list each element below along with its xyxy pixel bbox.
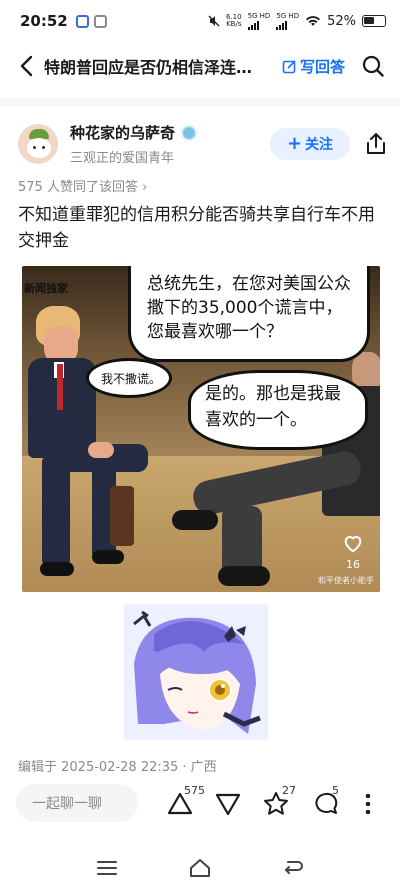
upvote-count: 575	[184, 784, 205, 797]
heart-icon[interactable]	[342, 532, 364, 554]
signal-bars-icon-2	[276, 20, 299, 30]
follow-button[interactable]: + 关注	[270, 128, 350, 160]
author-name[interactable]: 种花家的乌萨奇	[70, 122, 175, 143]
action-bar: 一起聊一聊 575 27 5	[0, 782, 400, 826]
search-button[interactable]	[359, 52, 387, 80]
answer-image[interactable]: 新闻独家 总统先生，在您对美国公众撒下的35,000个谎言中，您最喜欢哪一个？ …	[22, 266, 380, 592]
sticker-image[interactable]	[124, 604, 268, 740]
author-badge-icon	[181, 124, 198, 141]
follow-label: 关注	[305, 137, 334, 153]
menu-icon[interactable]	[96, 860, 118, 876]
battery-percent: 52%	[327, 13, 356, 29]
back-arrow-icon	[20, 55, 33, 77]
speech-bubble-reply: 是的。那也是我最喜欢的一个。	[188, 370, 368, 450]
share-button[interactable]	[364, 132, 388, 156]
author-bio: 三观正的爱国青年	[70, 151, 175, 166]
anime-girl-sticker-icon	[124, 604, 268, 740]
back-button[interactable]	[14, 50, 38, 82]
comment-count: 5	[332, 784, 339, 797]
answer-text: 不知道重罪犯的信用积分能否骑共享自行车不用交押金	[18, 205, 375, 251]
battery-icon	[362, 15, 386, 27]
author-row: 种花家的乌萨奇 三观正的爱国青年 + 关注	[18, 120, 388, 168]
image-overlay-label: 新闻独家	[24, 282, 68, 295]
more-options-icon[interactable]	[354, 790, 382, 818]
mute-icon	[208, 15, 220, 27]
section-divider	[0, 98, 400, 106]
write-answer-button[interactable]: 写回答	[282, 56, 345, 77]
star-count: 27	[282, 784, 296, 797]
search-icon	[362, 55, 384, 77]
agree-count[interactable]: 575 人赞同了该回答 ›	[18, 176, 147, 195]
speech-bubble-trump: 我不撒谎。	[86, 358, 172, 398]
app-notification-icon	[75, 14, 89, 28]
signal-bars-icon	[247, 20, 271, 30]
plus-icon: +	[286, 133, 303, 154]
status-bar: 20:52 6.10 KB/s 5G HD 5G HD 52%	[0, 0, 400, 42]
image-watermark: 和平使者小能手	[318, 576, 374, 585]
signal-1: 5G HD	[247, 12, 271, 30]
gallery-notification-icon	[93, 14, 107, 28]
notification-icons	[75, 14, 107, 28]
question-title[interactable]: 特朗普回应是否仍相信泽连…	[44, 54, 274, 78]
back-nav-icon[interactable]	[282, 859, 304, 877]
share-icon	[367, 133, 385, 154]
signal-2: 5G HD	[276, 12, 299, 30]
network-speed: 6.10 KB/s	[225, 13, 242, 28]
downvote-icon[interactable]	[214, 790, 242, 818]
system-nav-bar	[0, 848, 400, 888]
wifi-icon	[306, 16, 321, 26]
top-nav: 特朗普回应是否仍相信泽连… 写回答	[0, 42, 400, 90]
image-like-count: 16	[346, 558, 360, 571]
speech-bubble-question: 总统先生，在您对美国公众撒下的35,000个谎言中，您最喜欢哪一个？	[128, 266, 370, 362]
comment-input[interactable]: 一起聊一聊	[16, 784, 138, 822]
edit-icon	[282, 59, 296, 73]
write-answer-label: 写回答	[300, 57, 346, 76]
avatar[interactable]	[18, 124, 58, 164]
status-time: 20:52	[20, 12, 68, 30]
edited-timestamp: 编辑于 2025-02-28 22:35 · 广西	[18, 760, 217, 775]
comment-input-placeholder: 一起聊一聊	[32, 796, 102, 812]
home-icon[interactable]	[189, 858, 211, 878]
